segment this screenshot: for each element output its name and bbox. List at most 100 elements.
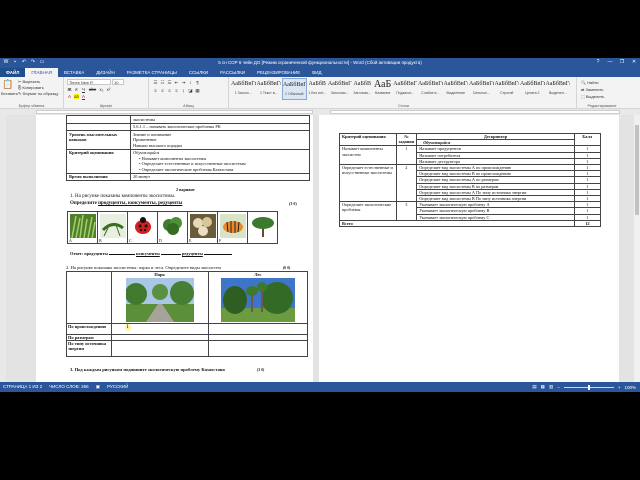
- vertical-scrollbar[interactable]: [634, 115, 640, 382]
- cut-button[interactable]: ✂ Вырезать: [18, 79, 40, 84]
- letterbox-bottom: [0, 392, 640, 480]
- info-line: Навыки высокого порядка: [133, 142, 182, 148]
- find-button[interactable]: 🔍 Найти: [581, 80, 599, 85]
- line-spacing-icon[interactable]: ↨: [181, 88, 186, 94]
- subscript-button[interactable]: x₂: [99, 87, 104, 92]
- forest-origin-cell[interactable]: [207, 323, 309, 335]
- tab-insert[interactable]: ВСТАВКА: [58, 68, 90, 77]
- align-left-icon[interactable]: ≡: [153, 88, 158, 94]
- read-mode-icon[interactable]: ▤: [532, 384, 536, 390]
- page-counter[interactable]: СТРАНИЦА 1 ИЗ 2: [3, 384, 42, 390]
- info-value: экосистемы: [130, 115, 310, 124]
- format-painter-button[interactable]: ✎ Формат по образцу: [18, 91, 58, 96]
- font-color-icon[interactable]: A: [81, 94, 86, 99]
- info-line: 20 минут: [133, 174, 151, 179]
- proofing-icon[interactable]: ▣: [96, 384, 100, 390]
- total-value: 12: [573, 219, 602, 228]
- numbering-icon[interactable]: ☷: [160, 80, 165, 86]
- criterion-cell: Определяет естественные и искусственные …: [339, 164, 397, 203]
- mushrooms-picture: [190, 214, 216, 238]
- superscript-button[interactable]: x²: [106, 87, 111, 92]
- scrollbar-thumb[interactable]: [635, 125, 639, 215]
- info-value: 5.6.1.1 – называть экологические проблем…: [130, 122, 310, 131]
- tab-review[interactable]: РЕЦЕНЗИРОВАНИЕ: [251, 68, 306, 77]
- tab-mailings[interactable]: РАССЫЛКИ: [214, 68, 251, 77]
- minimize-button[interactable]: —: [606, 59, 614, 66]
- highlight-icon[interactable]: ab: [74, 94, 79, 99]
- strikethrough-button[interactable]: abc: [88, 87, 97, 92]
- total-label: Всего: [339, 219, 575, 228]
- copy-button[interactable]: ⎘ Копировать: [18, 85, 44, 90]
- ribbon: 📋 Вставить ✂ Вырезать ⎘ Копировать ✎ Фор…: [0, 77, 640, 109]
- answer-line: Ответ: продуценты консументы редуценты: [70, 251, 232, 256]
- replace-button[interactable]: ⇄ Заменить: [581, 87, 603, 92]
- window-title: 5 сн СОР 6 чейн ДО [Режим ограниченной ф…: [218, 60, 422, 65]
- zoom-out-button[interactable]: −: [557, 385, 560, 390]
- question-3: 3. Под каждым рисунком подпишите экологи…: [70, 367, 225, 372]
- align-center-icon[interactable]: ≡: [160, 88, 165, 94]
- paste-icon[interactable]: 📋: [2, 79, 13, 90]
- word-count[interactable]: ЧИСЛО СЛОВ: 266: [49, 384, 89, 390]
- table-row: 5.6.1.1 – называть экологические проблем…: [66, 122, 310, 131]
- show-marks-icon[interactable]: ¶: [195, 80, 200, 86]
- park-origin-cell[interactable]: I: [110, 323, 209, 335]
- print-layout-icon[interactable]: ▦: [541, 384, 545, 390]
- help-button[interactable]: ?: [594, 59, 602, 66]
- decrease-indent-icon[interactable]: ⇤: [174, 80, 179, 86]
- select-button[interactable]: ⬚ Выделить: [581, 94, 604, 99]
- ruler-page1: [36, 110, 313, 114]
- borders-icon[interactable]: ▦: [195, 88, 200, 94]
- question-1-task: Определите продуценты, консументы, редуц…: [70, 201, 183, 206]
- text-effects-icon[interactable]: A: [67, 94, 72, 99]
- table-row: Критерий оценивания Обучающийся • Называет…: [66, 148, 310, 174]
- paste-button[interactable]: Вставить: [1, 91, 18, 96]
- tab-design[interactable]: ДИЗАЙН: [90, 68, 121, 77]
- row-energy-label: По типу источника энергии: [66, 340, 112, 357]
- justify-icon[interactable]: ≡: [174, 88, 179, 94]
- zoom-level[interactable]: 100%: [624, 385, 636, 390]
- underline-button[interactable]: Ч: [81, 87, 86, 92]
- font-name-select[interactable]: Times New R: [67, 79, 111, 85]
- page-2[interactable]: Критерий оценивания № задания Дескриптор Ба…: [319, 115, 619, 382]
- tab-layout[interactable]: РАЗМЕТКА СТРАНИЦЫ: [121, 68, 183, 77]
- clipboard-label: Буфер обмена: [18, 104, 45, 108]
- web-layout-icon[interactable]: ▥: [549, 384, 553, 390]
- reducers-blank[interactable]: [203, 254, 232, 255]
- increase-indent-icon[interactable]: ⇥: [181, 80, 186, 86]
- question-2: 2. На рисунке показаны экосистемы: парка…: [66, 265, 221, 270]
- screen: W ▪ ↶ ↷ ▭ 5 сн СОР 6 чейн ДО [Режим огра…: [0, 0, 640, 480]
- tab-home[interactable]: ГЛАВНАЯ: [25, 68, 59, 77]
- producers-blank[interactable]: [108, 254, 135, 255]
- tab-view[interactable]: ВИД: [306, 68, 327, 77]
- forest-picture: [220, 278, 295, 322]
- zoom-thumb[interactable]: [587, 384, 590, 390]
- multilevel-icon[interactable]: ☰: [167, 80, 172, 86]
- bold-button[interactable]: Ж: [67, 87, 72, 92]
- align-right-icon[interactable]: ≡: [167, 88, 172, 94]
- restore-button[interactable]: ❐: [618, 59, 626, 66]
- table-row: экосистемы: [66, 115, 310, 124]
- zoom-slider[interactable]: [563, 384, 614, 390]
- close-button[interactable]: ✕: [630, 59, 638, 66]
- page-1[interactable]: экосистемы 5.6.1.1 – называть экологическ…: [36, 115, 313, 382]
- consumers-blank[interactable]: [160, 254, 181, 255]
- tab-references[interactable]: ССЫЛКИ: [183, 68, 214, 77]
- status-bar: СТРАНИЦА 1 ИЗ 2 ЧИСЛО СЛОВ: 266 ▣ РУССКИ…: [0, 382, 640, 392]
- variant-heading: 2 вариант: [176, 187, 195, 192]
- font-size-select[interactable]: 10: [112, 79, 124, 85]
- forest-energy-cell[interactable]: [207, 340, 309, 357]
- zoom-in-button[interactable]: +: [618, 385, 621, 390]
- info-line: 5.6.1.1 – называть экологические проблем…: [133, 124, 221, 129]
- shading-icon[interactable]: ◪: [188, 88, 193, 94]
- sort-icon[interactable]: ↕: [188, 80, 193, 86]
- bullets-icon[interactable]: ☰: [153, 80, 158, 86]
- tab-file[interactable]: ФАЙЛ: [0, 68, 26, 77]
- info-key: Время выполнения: [66, 172, 131, 181]
- task-number-cell: 3: [395, 201, 418, 221]
- italic-button[interactable]: К: [74, 87, 79, 92]
- park-energy-cell[interactable]: [110, 340, 209, 357]
- vertical-ruler[interactable]: [0, 115, 6, 382]
- task-number-cell: 1: [395, 145, 418, 166]
- info-key: Критерий оценивания: [66, 148, 131, 174]
- language[interactable]: РУССКИЙ: [107, 384, 128, 390]
